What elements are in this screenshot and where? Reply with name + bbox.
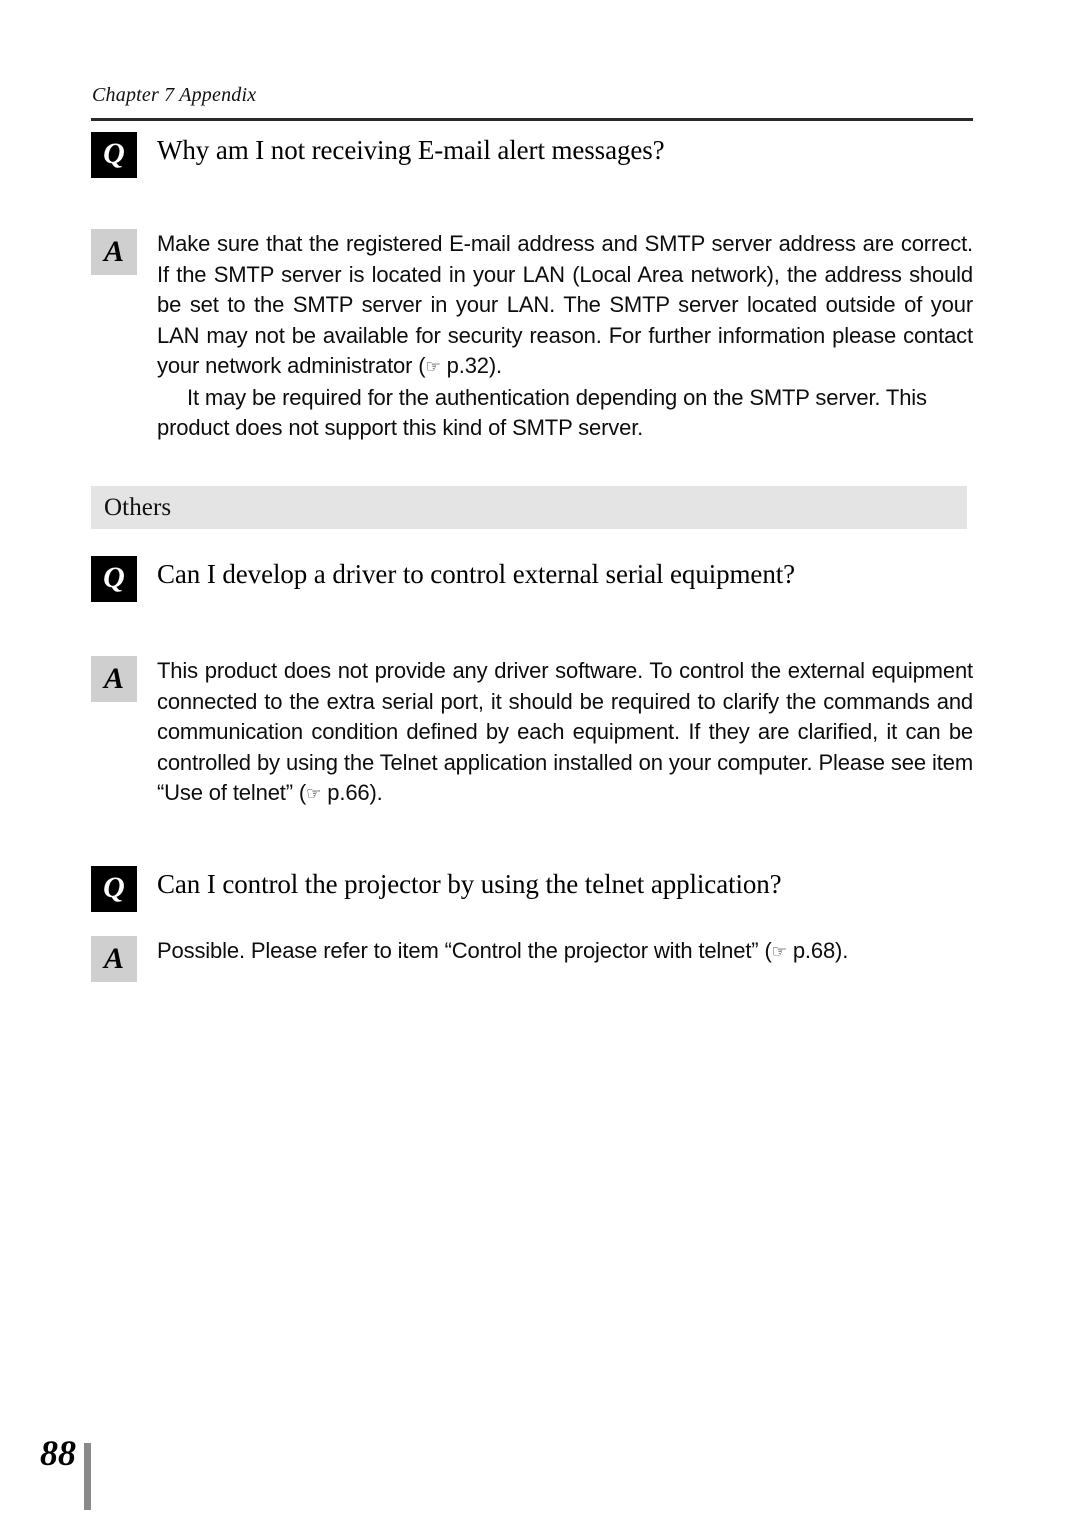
answer-paragraph: It may be required for the authenticatio… <box>157 384 927 441</box>
document-page: Chapter 7 Appendix Q Why am I not receiv… <box>0 0 1080 1529</box>
pointing-hand-icon: ☞ <box>771 942 787 962</box>
pointing-hand-icon: ☞ <box>425 357 441 377</box>
section-label: Others <box>104 493 172 521</box>
question-text: Can I develop a driver to control extern… <box>157 559 796 589</box>
section-band-others: Others <box>91 486 967 529</box>
faq-question-2: Q Can I develop a driver to control exte… <box>91 556 973 602</box>
faq-answer-3: A Possible. Please refer to item “Contro… <box>91 936 973 982</box>
answer-body: Possible. Please refer to item “Control … <box>157 936 973 968</box>
faq-answer-2: A This product does not provide any driv… <box>91 656 973 810</box>
question-badge-icon: Q <box>91 866 137 912</box>
question-badge-icon: Q <box>91 556 137 602</box>
answer-paragraph: Possible. Please refer to item “Control … <box>157 938 849 963</box>
question-text: Can I control the projector by using the… <box>157 869 782 899</box>
answer-body: Make sure that the registered E-mail add… <box>157 229 973 444</box>
answer-paragraph: This product does not provide any driver… <box>157 658 973 805</box>
faq-question-3: Q Can I control the projector by using t… <box>91 866 973 912</box>
answer-badge-icon: A <box>91 656 137 702</box>
header-rule <box>91 118 973 121</box>
faq-answer-1: A Make sure that the registered E-mail a… <box>91 229 973 444</box>
question-badge-icon: Q <box>91 132 137 178</box>
answer-paragraph: Make sure that the registered E-mail add… <box>157 231 973 378</box>
page-number: 88 <box>40 1433 76 1473</box>
faq-question-1: Q Why am I not receiving E-mail alert me… <box>91 132 973 178</box>
footer-accent-bar <box>84 1443 91 1510</box>
question-text: Why am I not receiving E-mail alert mess… <box>157 135 665 165</box>
answer-body: This product does not provide any driver… <box>157 656 973 810</box>
chapter-header: Chapter 7 Appendix <box>92 84 257 106</box>
answer-badge-icon: A <box>91 229 137 275</box>
pointing-hand-icon: ☞ <box>306 784 322 804</box>
answer-badge-icon: A <box>91 936 137 982</box>
